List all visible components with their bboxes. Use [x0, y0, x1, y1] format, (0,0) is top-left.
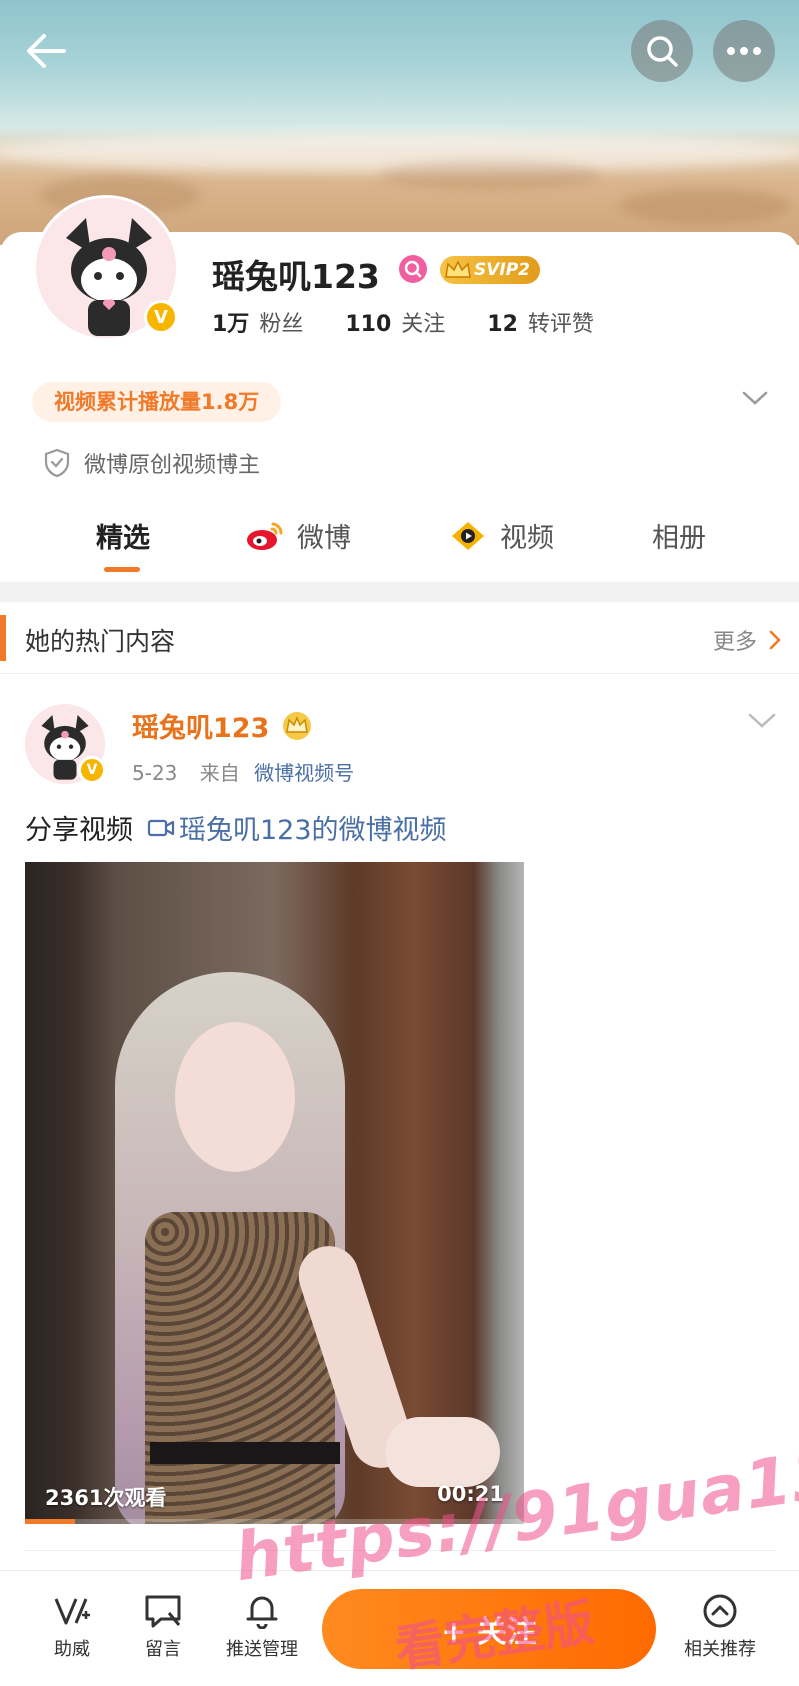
svip-badge[interactable]: SVIP2 — [440, 256, 540, 284]
cheer-icon — [54, 1598, 90, 1625]
hot-content-title: 她的热门内容 — [25, 627, 176, 656]
more-button[interactable] — [713, 20, 775, 82]
tab-featured[interactable]: 精选 — [96, 516, 150, 555]
verified-badge: V — [144, 300, 178, 334]
message-button[interactable]: 留言 — [118, 1593, 208, 1661]
profile-stats: 1万 粉丝 110 关注 12 转评赞 — [212, 306, 636, 338]
expand-profile-button[interactable] — [742, 390, 768, 410]
certification-text: 微博原创视频博主 — [84, 453, 261, 478]
tab-video[interactable]: 视频 — [448, 516, 554, 555]
post-video-link[interactable]: 瑶兔叽123的微博视频 — [147, 808, 447, 847]
play-count-pill[interactable]: 视频累计播放量1.8万 — [32, 382, 282, 422]
post-text-row: 分享视频 瑶兔叽123的微博视频 — [25, 808, 447, 847]
video-view-count: 2361次观看 — [45, 1486, 167, 1510]
bell-icon — [246, 1596, 278, 1629]
profile-page: V 瑶兔叽123 SVIP2 1万 粉丝 110 关注 12 转评赞 视频累计播放量1… — [0, 0, 799, 1686]
chevron-right-icon — [769, 630, 781, 650]
push-settings-button[interactable]: 推送管理 — [212, 1593, 312, 1661]
message-icon — [145, 1595, 181, 1628]
post-date: 5-23 — [132, 761, 178, 785]
cheer-button[interactable]: 助威 — [27, 1593, 117, 1661]
chevron-up-circle-icon — [703, 1594, 737, 1628]
section-accent-bar — [0, 615, 6, 661]
crown-icon — [283, 711, 312, 740]
following-count[interactable]: 110 关注 — [345, 306, 445, 338]
chevron-down-icon — [742, 391, 768, 405]
hot-content-header: 她的热门内容 更多 — [0, 602, 799, 674]
video-player[interactable]: 2361次观看 00:21 — [25, 862, 524, 1524]
crown-icon — [445, 260, 471, 278]
more-link[interactable]: 更多 — [713, 624, 781, 656]
post-options-button[interactable] — [748, 713, 776, 733]
post-source-link[interactable]: 微博视频号 — [254, 761, 354, 785]
video-camera-icon — [147, 819, 175, 836]
post-username-row[interactable]: 瑶兔叽123 — [132, 706, 315, 745]
search-button[interactable] — [631, 20, 693, 82]
tab-album[interactable]: 相册 — [652, 516, 706, 555]
active-tab-indicator — [104, 567, 140, 572]
post-from-label: 来自 — [199, 761, 240, 785]
profile-username: 瑶兔叽123 — [212, 257, 380, 296]
post-meta: 5-23 来自 微博视频号 — [132, 757, 354, 786]
post-verified-badge: V — [78, 756, 106, 784]
post-text: 分享视频 — [25, 815, 133, 846]
arrow-left-icon — [27, 34, 66, 68]
section-divider — [0, 582, 799, 602]
back-button[interactable] — [22, 28, 72, 74]
fans-count[interactable]: 1万 粉丝 — [212, 306, 303, 338]
shield-icon — [44, 448, 70, 478]
likes-count[interactable]: 12 转评赞 — [487, 306, 594, 338]
more-icon — [727, 47, 761, 55]
post-username: 瑶兔叽123 — [132, 713, 270, 744]
related-recommend-button[interactable]: 相关推荐 — [670, 1593, 770, 1661]
certification-row[interactable]: 微博原创视频博主 — [44, 447, 260, 479]
tab-weibo[interactable]: 微博 — [245, 516, 351, 555]
weibo-logo-icon — [247, 522, 283, 550]
chevron-down-icon — [748, 713, 776, 728]
profile-tabs: 精选 微博 视频 相册 — [0, 510, 799, 580]
video-channel-icon — [452, 521, 484, 550]
video-progress-fill — [25, 1519, 75, 1524]
pink-badge-icon[interactable] — [399, 255, 427, 283]
search-icon — [647, 36, 678, 67]
